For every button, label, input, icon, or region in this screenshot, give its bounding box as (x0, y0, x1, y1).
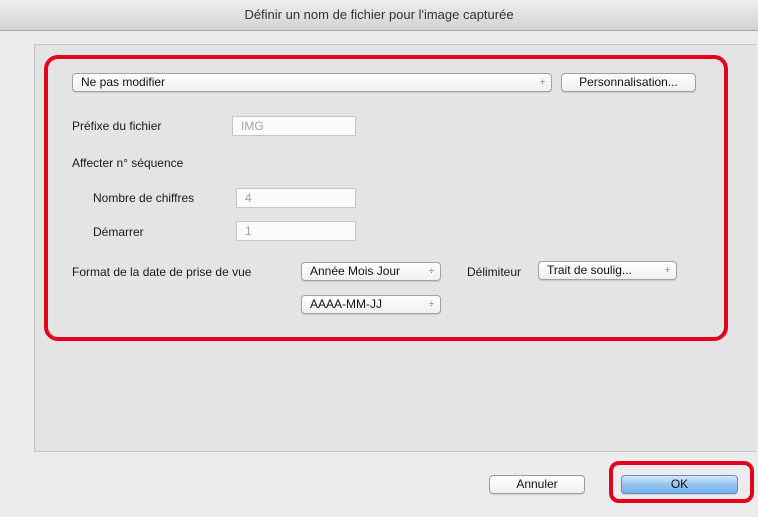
date-order-select[interactable]: Année Mois Jour ÷ (301, 262, 441, 281)
digits-field-value: 4 (245, 191, 252, 205)
ok-button-label: OK (670, 477, 689, 491)
cancel-button[interactable]: Annuler (489, 475, 585, 494)
prefix-field[interactable]: IMG (232, 116, 356, 136)
popup-arrows-icon: ÷ (429, 266, 434, 276)
date-pattern-select-value: AAAA-MM-JJ (310, 297, 382, 311)
date-pattern-select[interactable]: AAAA-MM-JJ ÷ (301, 295, 441, 314)
start-field-value: 1 (245, 224, 252, 238)
date-order-select-value: Année Mois Jour (310, 264, 401, 278)
popup-arrows-icon: ÷ (429, 299, 434, 309)
digits-field[interactable]: 4 (236, 188, 356, 208)
popup-arrows-icon: ÷ (540, 77, 545, 87)
cancel-button-label: Annuler (516, 477, 558, 491)
start-field[interactable]: 1 (236, 221, 356, 241)
delimiter-label: Délimiteur (467, 265, 522, 279)
digits-label: Nombre de chiffres (93, 191, 195, 205)
window-title: Définir un nom de fichier pour l'image c… (244, 7, 514, 22)
prefix-field-value: IMG (241, 119, 264, 133)
delimiter-select[interactable]: Trait de soulig... ÷ (538, 261, 677, 280)
prefix-label: Préfixe du fichier (72, 119, 162, 133)
ok-button[interactable]: OK (621, 475, 738, 494)
preset-select-value: Ne pas modifier (81, 75, 166, 89)
date-format-label: Format de la date de prise de vue (72, 265, 252, 279)
customize-button-label: Personnalisation... (579, 75, 678, 89)
delimiter-select-value: Trait de soulig... (547, 263, 632, 277)
settings-panel (34, 44, 756, 452)
start-label: Démarrer (93, 225, 144, 239)
customize-button[interactable]: Personnalisation... (561, 73, 696, 92)
preset-select[interactable]: Ne pas modifier ÷ (72, 73, 552, 92)
window-titlebar: Définir un nom de fichier pour l'image c… (0, 0, 758, 31)
sequence-heading: Affecter n° séquence (72, 156, 184, 170)
popup-arrows-icon: ÷ (665, 265, 670, 275)
